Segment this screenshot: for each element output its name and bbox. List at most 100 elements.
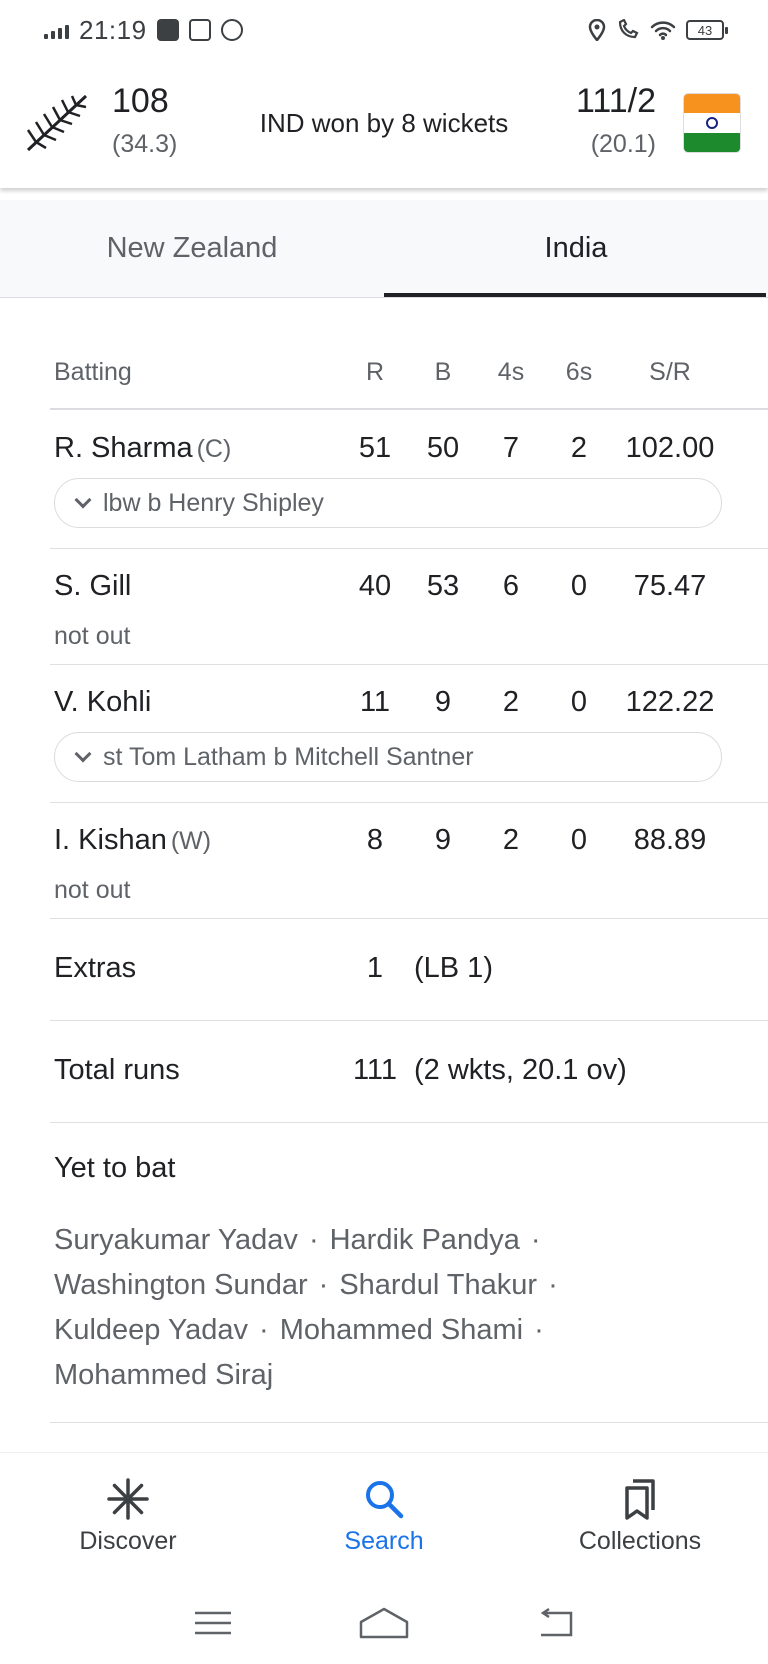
score-header[interactable]: 108 (34.3) IND won by 8 wickets 111/2 (2… [0,60,768,188]
yet-to-bat-list: Suryakumar Yadav · Hardik Pandya · Washingt… [54,1224,558,1391]
menu-icon[interactable] [193,1608,233,1638]
battery-level: 43 [697,22,713,38]
player-name[interactable]: Hardik Pandya [330,1224,520,1256]
player-name[interactable]: Suryakumar Yadav [54,1224,298,1256]
batter-fours: 6 [502,570,520,602]
bottom-nav: Discover Search Collections [0,1452,768,1582]
dismissal-text: not out [54,622,131,650]
row-divider [50,1122,768,1123]
batting-header: Batting R B 4s 6s S/R [50,340,768,410]
nav-collections[interactable]: Collections [512,1453,768,1582]
dismissal-text: lbw b Henry Shipley [103,488,324,517]
player-name[interactable]: Mohammed Siraj [54,1359,273,1391]
asterisk-icon [107,1478,149,1520]
row-divider [50,548,768,549]
row-divider [50,802,768,803]
status-right: 43 [588,19,728,41]
total-label: Total runs [54,1054,180,1086]
youtube-notification-icon [156,19,179,41]
nav-discover[interactable]: Discover [0,1453,256,1582]
nav-discover-label: Discover [79,1527,177,1555]
batter-balls: 9 [434,686,452,718]
tab-new-zealand[interactable]: New Zealand [0,200,384,297]
nav-search-label: Search [344,1527,424,1555]
player-name[interactable]: Kuldeep Yadav [54,1314,248,1346]
row-divider [50,1020,768,1021]
chevron-down-icon [74,745,92,763]
mail-notification-icon [188,19,211,41]
batter-strike-rate: 88.89 [633,824,707,856]
nav-collections-label: Collections [578,1527,702,1555]
batter-row: R. Sharma (C) 51 50 7 2 102.00 lbw b Henr… [0,432,768,548]
batter-row: S. Gill 40 53 6 0 75.47 not out [0,570,768,664]
batter-fours: 2 [502,686,520,718]
player-name[interactable]: Shardul Thakur [339,1269,537,1301]
total-detail: (2 wkts, 20.1 ov) [414,1054,627,1086]
batter-runs: 8 [366,824,384,856]
batter-strike-rate: 122.22 [625,686,715,718]
location-icon [588,19,606,41]
batter-strike-rate: 102.00 [625,432,715,464]
batter-row: V. Kohli 11 9 2 0 122.22 st Tom Latham b… [0,686,768,802]
batter-name: I. Kishan [54,824,167,856]
collections-icon [625,1479,655,1520]
batter-fours: 7 [502,432,520,464]
status-left: 21:19 [44,15,243,46]
search-icon [366,1481,404,1519]
batter-row: I. Kishan (W) 8 9 2 0 88.89 not out [0,824,768,918]
batter-runs: 51 [358,432,392,464]
dismissal-text: st Tom Latham b Mitchell Santner [103,742,474,771]
captain-badge: (C) [196,435,232,463]
batter-name: V. Kohli [54,686,152,718]
home-icon[interactable] [358,1606,410,1640]
batter-balls: 9 [434,824,452,856]
status-bar: 21:19 43 [0,0,768,60]
fours-header: 4s [497,358,525,386]
battery-icon: 43 [686,20,728,40]
sixes-header: 6s [565,358,593,386]
balls-header: B [434,358,452,386]
batter-runs: 11 [359,686,391,718]
batter-name: R. Sharma [54,432,193,464]
system-nav-bar [0,1582,768,1664]
dismissal-chip[interactable]: lbw b Henry Shipley [54,478,722,528]
back-icon[interactable] [535,1607,575,1639]
player-name[interactable]: Washington Sundar [54,1269,308,1301]
batter-balls: 53 [426,570,460,602]
india-flag-icon [684,94,740,152]
row-divider [50,918,768,919]
team-tabs: New Zealand India [0,200,768,298]
tab-india[interactable]: India [384,200,768,297]
signal-icon [44,21,69,39]
extras-label: Extras [54,952,137,984]
extras-value: 1 [366,952,384,984]
row-divider [50,1422,768,1423]
total-value: 111 [352,1054,398,1086]
batter-name: S. Gill [54,570,132,602]
batter-sixes: 2 [570,432,588,464]
wicketkeeper-badge: (W) [170,827,212,855]
nav-search[interactable]: Search [256,1453,512,1582]
batter-fours: 2 [502,824,520,856]
batting-label: Batting [54,358,132,386]
batter-balls: 50 [426,432,460,464]
extras-detail: (LB 1) [414,952,493,984]
player-name[interactable]: Mohammed Shami [280,1314,523,1346]
app-notification-icon [220,19,243,41]
wifi-call-icon [618,19,639,39]
dismissal-text: not out [54,876,131,904]
status-time: 21:19 [79,14,147,45]
row-divider [50,664,768,665]
batter-sixes: 0 [570,570,588,602]
wifi-icon [650,21,676,40]
strike-rate-header: S/R [649,358,691,386]
dismissal-chip[interactable]: st Tom Latham b Mitchell Santner [54,732,722,782]
team2-score: 111/2 [575,82,656,120]
batter-sixes: 0 [570,824,588,856]
team2-overs: (20.1) [590,130,656,158]
batter-runs: 40 [358,570,392,602]
chevron-down-icon [74,491,92,509]
runs-header: R [365,358,385,386]
yet-to-bat-title: Yet to bat [54,1152,176,1184]
batter-sixes: 0 [570,686,588,718]
